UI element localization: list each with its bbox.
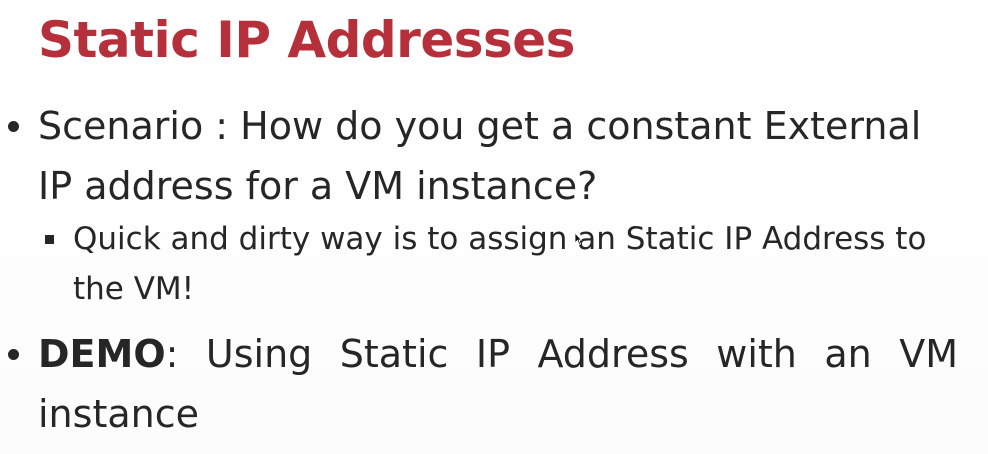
sub-bullet-text: Quick and dirty way is to assign an Stat… — [73, 221, 927, 307]
square-bullet-icon — [45, 235, 54, 244]
bullet-scenario-text: Scenario : How do you get a constant Ext… — [38, 104, 922, 208]
demo-label: DEMO — [38, 332, 166, 376]
bullet-demo: DEMO: Using Static IP Address with an VM… — [8, 324, 958, 444]
slide: Static IP Addresses Scenario : How do yo… — [0, 0, 988, 454]
bullet-dot-icon — [8, 349, 19, 360]
bullet-scenario: Scenario : How do you get a constant Ext… — [8, 96, 958, 216]
sub-bullet-quick-way: Quick and dirty way is to assign an Stat… — [45, 214, 958, 314]
slide-title: Static IP Addresses — [38, 11, 575, 69]
bullet-demo-text: : Using Static IP Address with an VM ins… — [38, 332, 958, 436]
bullet-dot-icon — [8, 121, 19, 132]
mouse-cursor-icon — [574, 232, 582, 246]
